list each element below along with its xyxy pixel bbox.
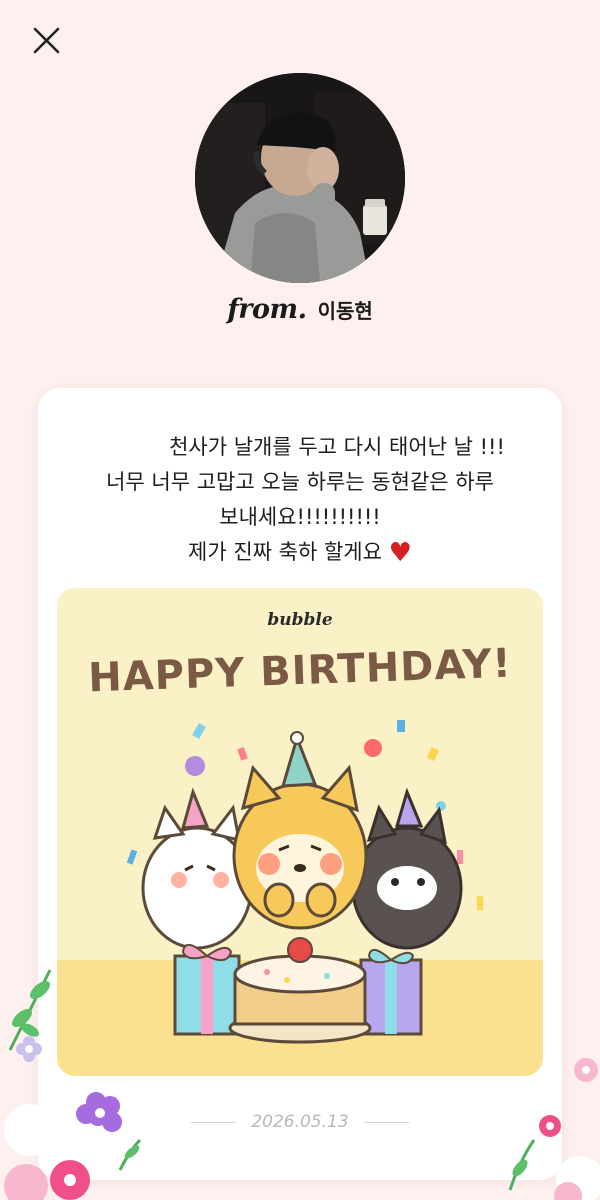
date-divider-left (191, 1121, 236, 1123)
birthday-card: bubble HAPPY BIRTHDAY! (57, 588, 543, 1076)
bubble-logo: bubble (267, 610, 333, 630)
message-text: 천사가 날개를 두고 다시 태어난 날 !!! 너무 너무 고맙고 오늘 하루는… (38, 430, 562, 571)
message-line-3: 보내세요!!!!!!!!!! (219, 505, 381, 529)
flower-cluster-right (508, 1058, 600, 1200)
close-icon (33, 27, 60, 54)
sender-line: from. 이동현 (0, 294, 600, 325)
message-line-1: 천사가 날개를 두고 다시 태어난 날 !!! (169, 435, 505, 459)
close-button[interactable] (28, 22, 64, 58)
flower-cluster-left (4, 1092, 142, 1200)
date-divider-right (364, 1121, 409, 1123)
letter-date: 2026.05.13 (251, 1112, 349, 1132)
avatar (195, 73, 405, 283)
heart-icon: ♥ (388, 538, 412, 568)
from-prefix: from. (227, 294, 307, 325)
sender-name: 이동현 (317, 299, 373, 323)
message-line-2: 너무 너무 고맙고 오늘 하루는 동현같은 하루 (106, 470, 494, 494)
message-line-4: 제가 진짜 축하 할게요 (188, 540, 382, 564)
flower-icon (16, 1036, 42, 1062)
